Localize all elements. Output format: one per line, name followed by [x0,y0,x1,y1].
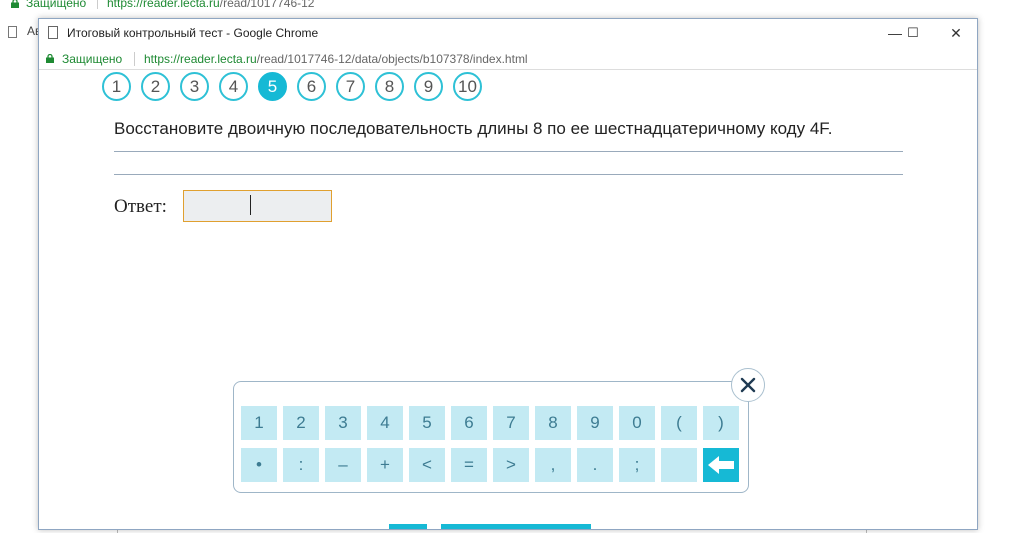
keypad-key[interactable]: > [493,448,529,482]
question-nav-item-4[interactable]: 4 [219,72,248,101]
keypad-key[interactable]: , [535,448,571,482]
keypad-key[interactable]: 0 [619,406,655,440]
secure-label: Защищено [62,52,123,66]
keypad-key[interactable] [661,448,697,482]
keypad-key[interactable]: – [325,448,361,482]
answer-label: Ответ: [114,196,167,217]
address-separator [134,52,135,66]
lock-icon [46,54,54,63]
keypad-key[interactable]: = [451,448,487,482]
bottom-button[interactable] [389,524,427,529]
keypad-row-2: •: – + < = >,.; [241,448,739,482]
window-address-bar: Защищено https://reader.lecta.ru/read/10… [39,48,977,70]
keypad-key[interactable]: 9 [577,406,613,440]
close-window-button[interactable]: ✕ [941,21,971,45]
close-icon [740,377,756,393]
keypad-key[interactable]: • [241,448,277,482]
bottom-wide-button[interactable] [441,524,591,529]
keypad-key[interactable]: 3 [325,406,361,440]
question-nav-item-8[interactable]: 8 [375,72,404,101]
question-nav-item-2[interactable]: 2 [141,72,170,101]
question-nav-item-7[interactable]: 7 [336,72,365,101]
keypad-key[interactable]: 1 [241,406,277,440]
question-text: Восстановите двоичную последовательность… [114,119,833,138]
page-icon [8,26,17,38]
keypad-key[interactable]: . [577,448,613,482]
keypad-key[interactable]: ) [703,406,739,440]
keypad-key[interactable]: 7 [493,406,529,440]
divider [114,151,903,152]
arrow-left-icon [708,456,734,474]
keypad-key[interactable]: 2 [283,406,319,440]
question-nav-item-6[interactable]: 6 [297,72,326,101]
popup-window: Итоговый контрольный тест - Google Chrom… [38,18,978,530]
close-keypad-button[interactable] [731,368,765,402]
background-url-host: https://reader.lecta.ru [107,0,220,10]
keypad-key[interactable]: 5 [409,406,445,440]
keypad-key[interactable]: 8 [535,406,571,440]
question-nav-item-10[interactable]: 10 [453,72,482,101]
document-icon [48,26,58,39]
window-url-path: /read/1017746-12/data/objects/b107378/in… [256,52,528,66]
background-address-separator [97,0,98,9]
keypad-key[interactable]: 4 [367,406,403,440]
question-nav-item-3[interactable]: 3 [180,72,209,101]
background-url[interactable]: https://reader.lecta.ru/read/1017746-12 [107,0,314,10]
question-nav-item-5[interactable]: 5 [258,72,287,101]
answer-input[interactable] [183,190,332,222]
keypad-row-1: 1 2 3 4 5 6 7 8 9 0() [241,406,739,440]
keypad-key[interactable]: + [367,448,403,482]
virtual-keypad: 1 2 3 4 5 6 7 8 9 0() •: – + < = >,.; [233,368,765,493]
window-title: Итоговый контрольный тест - Google Chrom… [67,26,319,40]
window-url-host: https://reader.lecta.ru [144,52,257,66]
question-navigation: 1 2 3 4 5 6 7 8 9 10 [102,72,482,102]
screen: Защищено https://reader.lecta.ru/read/10… [0,0,1024,533]
window-url[interactable]: https://reader.lecta.ru/read/1017746-12/… [144,52,528,66]
background-url-path: /read/1017746-12 [219,0,315,10]
background-address-bar: Защищено https://reader.lecta.ru/read/10… [0,0,1024,12]
window-titlebar[interactable]: Итоговый контрольный тест - Google Chrom… [39,19,977,48]
maximize-button[interactable]: ☐ [898,21,928,45]
background-secure-label: Защищено [26,0,87,10]
divider [114,174,903,175]
lock-icon [11,0,19,8]
keypad-key[interactable]: ( [661,406,697,440]
keypad-key[interactable]: : [283,448,319,482]
keypad-key[interactable]: ; [619,448,655,482]
question-nav-item-9[interactable]: 9 [414,72,443,101]
keypad-key[interactable]: < [409,448,445,482]
keypad-key[interactable]: 6 [451,406,487,440]
text-caret [250,195,251,215]
backspace-key[interactable] [703,448,739,482]
question-nav-item-1[interactable]: 1 [102,72,131,101]
